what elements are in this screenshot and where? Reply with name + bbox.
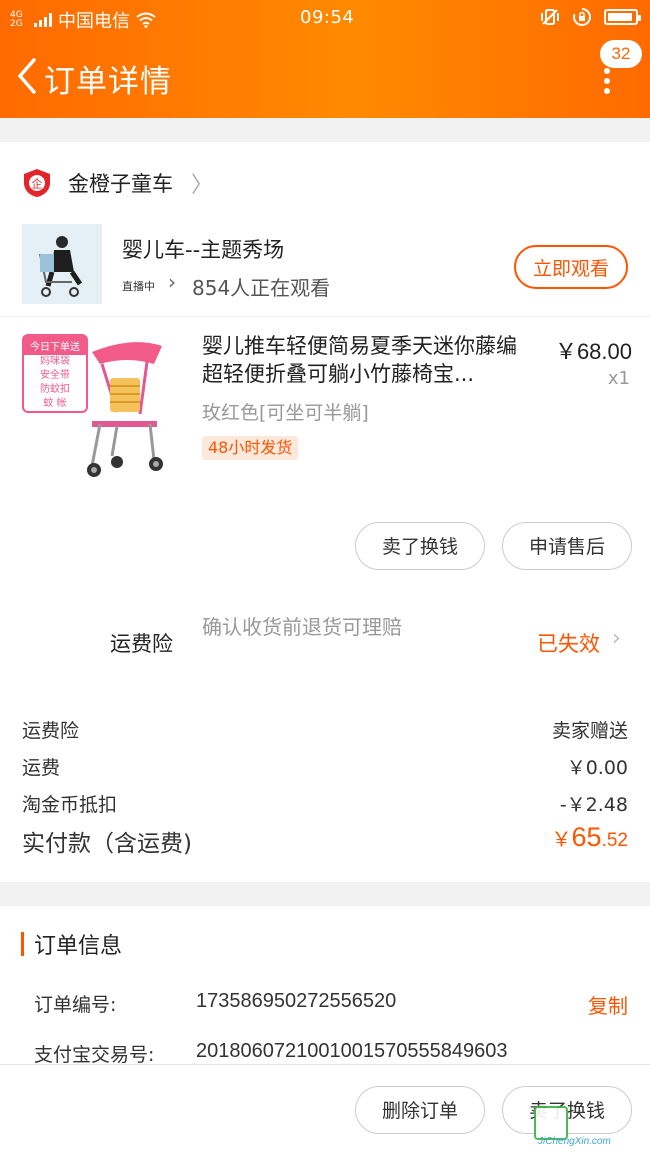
fee-value: ￥0.00 xyxy=(566,757,628,779)
order-info-card: 订单信息 订单编号: 173586950272556520 复制 支付宝交易号:… xyxy=(0,906,650,1066)
rotation-lock-icon xyxy=(573,8,591,26)
battery-icon xyxy=(604,9,641,25)
order-info-title: 订单信息 xyxy=(34,934,123,959)
fee-label: 运费 xyxy=(22,757,61,779)
live-viewer-count: 854人正在观看 xyxy=(192,276,331,300)
amount-decimal: .52 xyxy=(601,830,628,851)
alipay-number-row: 支付宝交易号: 2018060721001001570555849603 xyxy=(34,1040,628,1067)
more-menu-icon[interactable] xyxy=(602,68,612,94)
amount-integer: 65 xyxy=(571,822,602,852)
fee-value: 卖家赠送 xyxy=(551,720,628,742)
after-sale-button[interactable]: 申请售后 xyxy=(502,522,632,570)
shop-row[interactable]: 企 金橙子童车 〉 xyxy=(22,166,213,200)
watermark-logo-icon xyxy=(534,1106,568,1140)
watermark-url: JiChengXin.com xyxy=(538,1136,611,1147)
product-title[interactable]: 婴儿推车轻便简易夏季天迷你藤编超轻便折叠可躺小竹藤椅宝... xyxy=(202,332,532,388)
stroller-illustration xyxy=(87,342,163,477)
site-watermark: JiChengXin.com xyxy=(534,1100,644,1150)
alipay-number-value: 2018060721001001570555849603 xyxy=(196,1040,508,1062)
chevron-right-icon: › xyxy=(168,270,176,294)
total-paid-row: 实付款（含运费) ￥65.52 xyxy=(22,822,628,858)
order-number-label: 订单编号: xyxy=(34,994,117,1016)
fee-row: 运费 ￥0.00 xyxy=(22,753,628,780)
total-paid-label: 实付款（含运费) xyxy=(22,831,192,857)
order-card: 企 金橙子童车 〉 婴儿车--主题秀场 直播中 › 854人正在观看 立即观看 … xyxy=(0,142,650,882)
fee-value: -￥2.48 xyxy=(559,794,628,816)
fee-row: 淘金币抵扣 -￥2.48 xyxy=(22,790,628,817)
vibrate-icon xyxy=(541,9,559,25)
delete-order-button[interactable]: 删除订单 xyxy=(355,1086,485,1134)
currency-symbol: ￥ xyxy=(551,829,572,851)
shop-name: 金橙子童车 xyxy=(68,172,173,196)
shipping-insurance-status[interactable]: 已失效 xyxy=(537,628,600,658)
app-header: 4G 2G 中国电信 09:54 订单详情 32 xyxy=(0,0,650,118)
shipping-time-tag: 48小时发货 xyxy=(202,436,299,460)
back-arrow-icon[interactable] xyxy=(12,56,44,96)
fee-label: 淘金币抵扣 xyxy=(22,794,118,816)
live-status-tag: 直播中 xyxy=(122,280,155,293)
chevron-right-icon: 〉 xyxy=(191,173,214,198)
network-type: 4G 2G xyxy=(10,10,23,29)
product-price: ￥68.00 xyxy=(554,339,632,364)
signal-icon xyxy=(34,13,52,27)
shipping-insurance-description: 确认收货前退货可理赔 xyxy=(202,615,402,639)
fee-row: 运费险 卖家赠送 xyxy=(22,716,628,743)
product-sku: 玫红色[可坐可半躺] xyxy=(202,402,369,424)
wifi-icon xyxy=(136,12,156,28)
total-paid-amount: ￥65.52 xyxy=(552,822,628,853)
resell-button[interactable]: 卖了换钱 xyxy=(355,522,485,570)
status-bar: 4G 2G 中国电信 09:54 xyxy=(0,0,650,36)
product-quantity: x1 xyxy=(607,368,630,389)
enterprise-shop-icon: 企 xyxy=(24,169,50,197)
fee-label: 运费险 xyxy=(22,720,80,742)
section-accent-bar xyxy=(21,932,24,956)
carrier-name: 中国电信 xyxy=(58,11,130,32)
order-number-value: 173586950272556520 xyxy=(196,990,397,1012)
watch-now-button[interactable]: 立即观看 xyxy=(514,245,628,289)
shipping-insurance-label: 运费险 xyxy=(110,632,173,656)
live-stream-row[interactable]: 婴儿车--主题秀场 直播中 › 854人正在观看 立即观看 xyxy=(22,224,632,304)
svg-text:企: 企 xyxy=(32,177,43,191)
copy-button[interactable]: 复制 xyxy=(588,990,628,1019)
message-count-badge[interactable]: 32 xyxy=(600,40,642,68)
alipay-number-label: 支付宝交易号: xyxy=(34,1044,155,1066)
live-title: 婴儿车--主题秀场 xyxy=(122,238,285,262)
order-number-row: 订单编号: 173586950272556520 复制 xyxy=(34,990,628,1019)
product-image[interactable]: 今日下单送 妈咪袋 安全带 防蚊扣 蚊 帐 xyxy=(22,334,172,484)
page-title: 订单详情 xyxy=(44,64,172,100)
status-time: 09:54 xyxy=(300,7,355,28)
divider xyxy=(0,316,650,317)
live-thumbnail xyxy=(22,224,102,304)
chevron-right-icon[interactable]: › xyxy=(612,626,621,651)
